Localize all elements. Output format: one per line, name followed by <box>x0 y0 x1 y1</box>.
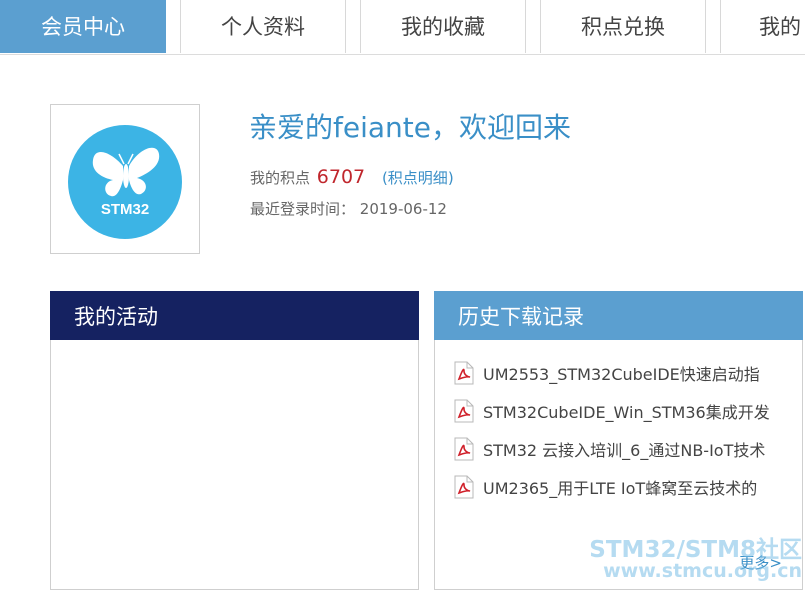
points-value: 6707 <box>316 166 366 188</box>
tab-bar: 会员中心 个人资料 我的收藏 积点兑换 我的 <box>0 0 805 55</box>
activity-panel-title: 我的活动 <box>50 291 419 340</box>
pdf-file-icon <box>454 399 474 423</box>
avatar-text: STM32 <box>101 201 149 218</box>
download-item-title: STM32 云接入培训_6_通过NB-IoT技术 <box>483 441 766 460</box>
tab-my-favorites[interactable]: 我的收藏 <box>360 0 526 53</box>
last-login-label: 最近登录时间： <box>250 200 356 218</box>
last-login-date: 2019-06-12 <box>359 200 447 218</box>
pdf-file-icon <box>454 361 474 385</box>
download-history-panel: 历史下载记录 UM2553_STM32CubeIDE快速启动指 STM32Cub… <box>434 291 803 590</box>
tab-personal-info[interactable]: 个人资料 <box>180 0 346 53</box>
download-list: UM2553_STM32CubeIDE快速启动指 STM32CubeIDE_Wi… <box>435 340 802 506</box>
last-login-line: 最近登录时间： 2019-06-12 <box>250 198 447 219</box>
points-detail-link[interactable]: 积点明细 <box>388 169 448 187</box>
points-detail-close: ) <box>447 169 454 187</box>
points-line: 我的积点 6707 (积点明细) <box>250 166 454 188</box>
pdf-file-icon <box>454 475 474 499</box>
tab-member-center[interactable]: 会员中心 <box>0 0 166 53</box>
tab-my-more[interactable]: 我的 <box>720 0 805 53</box>
download-item-title: UM2553_STM32CubeIDE快速启动指 <box>483 365 760 384</box>
welcome-title: 亲爱的feiante，欢迎回来 <box>249 111 571 144</box>
download-item[interactable]: STM32 云接入培训_6_通过NB-IoT技术 <box>453 430 802 468</box>
points-label: 我的积点 <box>250 169 311 187</box>
stm32-logo-icon: STM32 <box>68 125 182 239</box>
avatar: STM32 <box>50 104 200 254</box>
activity-panel: 我的活动 <box>50 291 419 590</box>
download-item[interactable]: STM32CubeIDE_Win_STM36集成开发 <box>453 392 802 430</box>
download-item-title: UM2365_用于LTE IoT蜂窝至云技术的 <box>483 479 758 498</box>
tab-points-exchange[interactable]: 积点兑换 <box>540 0 706 53</box>
points-detail-wrap: (积点明细) <box>382 169 454 187</box>
pdf-file-icon <box>454 437 474 461</box>
download-item[interactable]: UM2365_用于LTE IoT蜂窝至云技术的 <box>453 468 802 506</box>
download-item[interactable]: UM2553_STM32CubeIDE快速启动指 <box>453 354 802 392</box>
download-item-title: STM32CubeIDE_Win_STM36集成开发 <box>483 403 770 422</box>
more-downloads-link[interactable]: 更多> <box>739 552 782 573</box>
download-history-title: 历史下载记录 <box>434 291 803 340</box>
